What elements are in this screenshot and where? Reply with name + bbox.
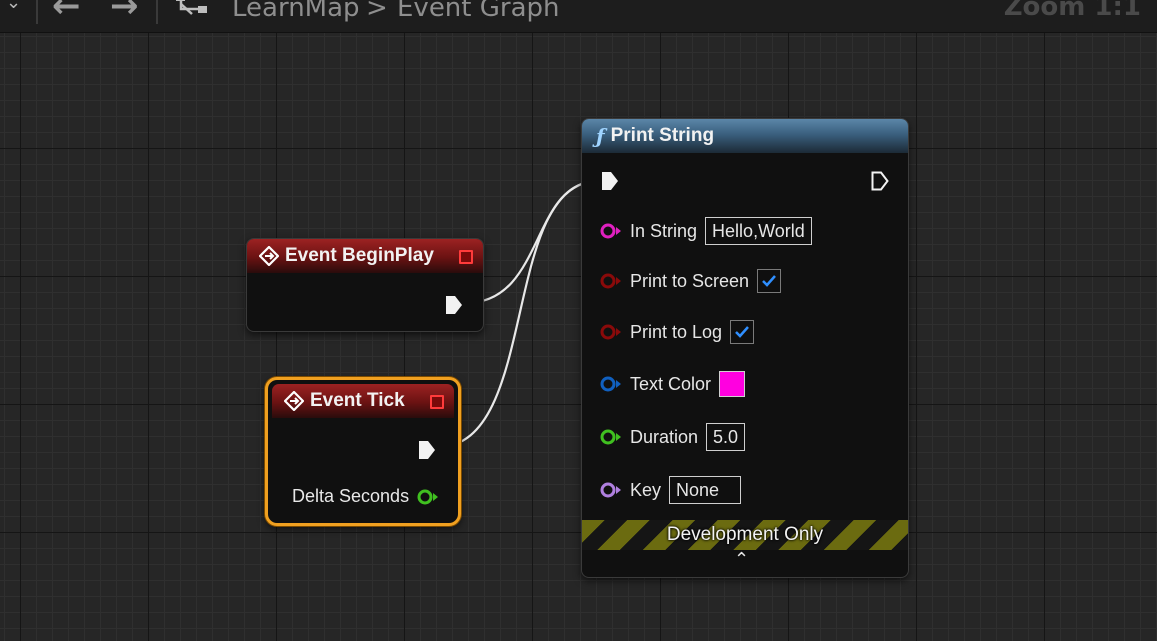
key-input[interactable]: None bbox=[669, 476, 742, 504]
duration-input[interactable]: 5.0 bbox=[706, 423, 746, 451]
event-beginplay-node[interactable]: Event BeginPlay bbox=[246, 238, 484, 332]
text-color-swatch[interactable] bbox=[719, 371, 746, 397]
delegate-pin-icon[interactable] bbox=[430, 395, 444, 409]
checkmark-icon bbox=[762, 275, 776, 287]
delta-seconds-pin-row: Delta Seconds bbox=[292, 486, 439, 507]
float-out-pin[interactable] bbox=[417, 489, 439, 505]
float-in-pin[interactable] bbox=[600, 429, 622, 445]
print-to-screen-row: Print to Screen bbox=[600, 269, 782, 293]
function-icon: ƒ bbox=[596, 124, 605, 148]
in-string-input[interactable]: Hello,World bbox=[705, 217, 812, 245]
print-to-log-label: Print to Log bbox=[630, 321, 723, 342]
event-icon bbox=[259, 246, 279, 266]
struct-in-pin[interactable] bbox=[600, 376, 622, 392]
exec-out-pin[interactable] bbox=[445, 295, 463, 315]
in-string-row: In String Hello,World bbox=[600, 217, 812, 245]
node-header[interactable]: ƒ Print String bbox=[582, 119, 908, 153]
key-row: Key None bbox=[600, 476, 742, 504]
node-header[interactable]: Event Tick bbox=[272, 384, 454, 418]
text-color-row: Text Color bbox=[600, 371, 746, 397]
node-title: Print String bbox=[610, 125, 715, 146]
node-title: Event Tick bbox=[310, 390, 405, 411]
chevron-up-icon[interactable]: ⌃ bbox=[734, 549, 749, 570]
text-color-label: Text Color bbox=[630, 373, 712, 394]
print-to-log-checkbox[interactable] bbox=[730, 320, 755, 344]
bool-in-pin[interactable] bbox=[600, 273, 622, 289]
exec-out-pin[interactable] bbox=[418, 440, 436, 460]
node-header[interactable]: Event BeginPlay bbox=[247, 239, 483, 273]
bool-in-pin[interactable] bbox=[600, 324, 622, 340]
exec-out-pin[interactable] bbox=[871, 171, 889, 191]
duration-label: Duration bbox=[630, 426, 699, 447]
development-only-label: Development Only bbox=[666, 524, 824, 545]
string-in-pin[interactable] bbox=[600, 223, 622, 239]
development-only-banner: Development Only bbox=[582, 520, 908, 550]
wire-layer bbox=[437, 179, 599, 449]
checkmark-icon bbox=[735, 326, 749, 338]
key-label: Key bbox=[630, 479, 662, 500]
exec-wire-beginplay bbox=[465, 179, 599, 305]
print-string-node[interactable]: ƒ Print String In String Hello,World Pri… bbox=[581, 118, 909, 578]
print-to-log-row: Print to Log bbox=[600, 320, 755, 344]
delta-seconds-label: Delta Seconds bbox=[292, 486, 410, 506]
in-string-label: In String bbox=[630, 220, 698, 241]
event-tick-node[interactable]: Event Tick Delta Seconds bbox=[265, 377, 461, 526]
delegate-pin-icon[interactable] bbox=[459, 250, 473, 264]
duration-row: Duration 5.0 bbox=[600, 423, 746, 451]
exec-in-pin[interactable] bbox=[601, 171, 619, 191]
name-in-pin[interactable] bbox=[600, 482, 622, 498]
event-icon bbox=[284, 391, 304, 411]
print-to-screen-label: Print to Screen bbox=[630, 270, 750, 291]
print-to-screen-checkbox[interactable] bbox=[757, 269, 782, 293]
node-title: Event BeginPlay bbox=[285, 245, 434, 266]
